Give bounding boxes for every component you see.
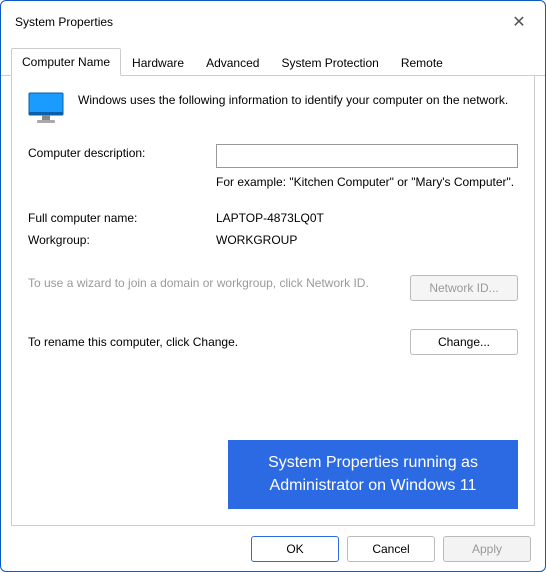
field-row-description: Computer description:	[28, 144, 518, 168]
tabpanel-computer-name: Windows uses the following information t…	[11, 76, 535, 526]
tabstrip: Computer Name Hardware Advanced System P…	[1, 47, 545, 76]
example-row: For example: "Kitchen Computer" or "Mary…	[28, 174, 518, 191]
example-text: For example: "Kitchen Computer" or "Mary…	[216, 174, 514, 191]
tab-system-protection[interactable]: System Protection	[270, 49, 389, 76]
ok-button[interactable]: OK	[251, 536, 339, 562]
caption-overlay: System Properties running as Administrat…	[228, 440, 518, 509]
tab-advanced[interactable]: Advanced	[195, 49, 270, 76]
field-row-full-name: Full computer name: LAPTOP-4873LQ0T	[28, 209, 518, 225]
tab-computer-name[interactable]: Computer Name	[11, 48, 121, 76]
close-icon[interactable]: ✕	[507, 12, 531, 32]
full-name-value: LAPTOP-4873LQ0T	[216, 209, 518, 225]
button-bar: OK Cancel Apply	[1, 526, 545, 562]
tab-remote[interactable]: Remote	[390, 49, 454, 76]
wizard-row: To use a wizard to join a domain or work…	[28, 275, 518, 301]
workgroup-value: WORKGROUP	[216, 231, 518, 247]
wizard-text: To use a wizard to join a domain or work…	[28, 275, 390, 292]
intro-text: Windows uses the following information t…	[78, 92, 508, 109]
apply-button: Apply	[443, 536, 531, 562]
field-row-workgroup: Workgroup: WORKGROUP	[28, 231, 518, 247]
tab-hardware[interactable]: Hardware	[121, 49, 195, 76]
change-row: To rename this computer, click Change. C…	[28, 329, 518, 355]
cancel-button[interactable]: Cancel	[347, 536, 435, 562]
monitor-icon	[28, 92, 64, 124]
titlebar: System Properties ✕	[1, 1, 545, 39]
change-text: To rename this computer, click Change.	[28, 335, 390, 349]
description-label: Computer description:	[28, 144, 208, 160]
intro-row: Windows uses the following information t…	[28, 92, 518, 124]
description-input[interactable]	[216, 144, 518, 168]
workgroup-label: Workgroup:	[28, 231, 208, 247]
full-name-label: Full computer name:	[28, 209, 208, 225]
network-id-button: Network ID...	[410, 275, 518, 301]
window-title: System Properties	[15, 15, 113, 29]
change-button[interactable]: Change...	[410, 329, 518, 355]
